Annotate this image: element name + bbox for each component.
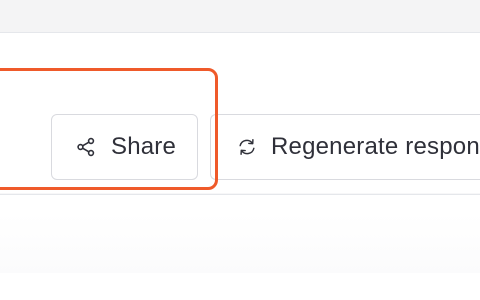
regenerate-response-button[interactable]: Regenerate response (210, 114, 480, 180)
chat-page: Share Regenerate response (0, 0, 480, 300)
share-button-label: Share (111, 133, 177, 160)
share-icon (76, 137, 96, 157)
refresh-icon (237, 137, 257, 157)
top-bar (0, 0, 480, 33)
regenerate-button-label: Regenerate response (271, 133, 480, 160)
response-actions-bar: Share Regenerate response (0, 114, 480, 182)
lower-panel (0, 194, 480, 300)
share-button[interactable]: Share (51, 114, 198, 180)
input-area-background (0, 213, 480, 273)
